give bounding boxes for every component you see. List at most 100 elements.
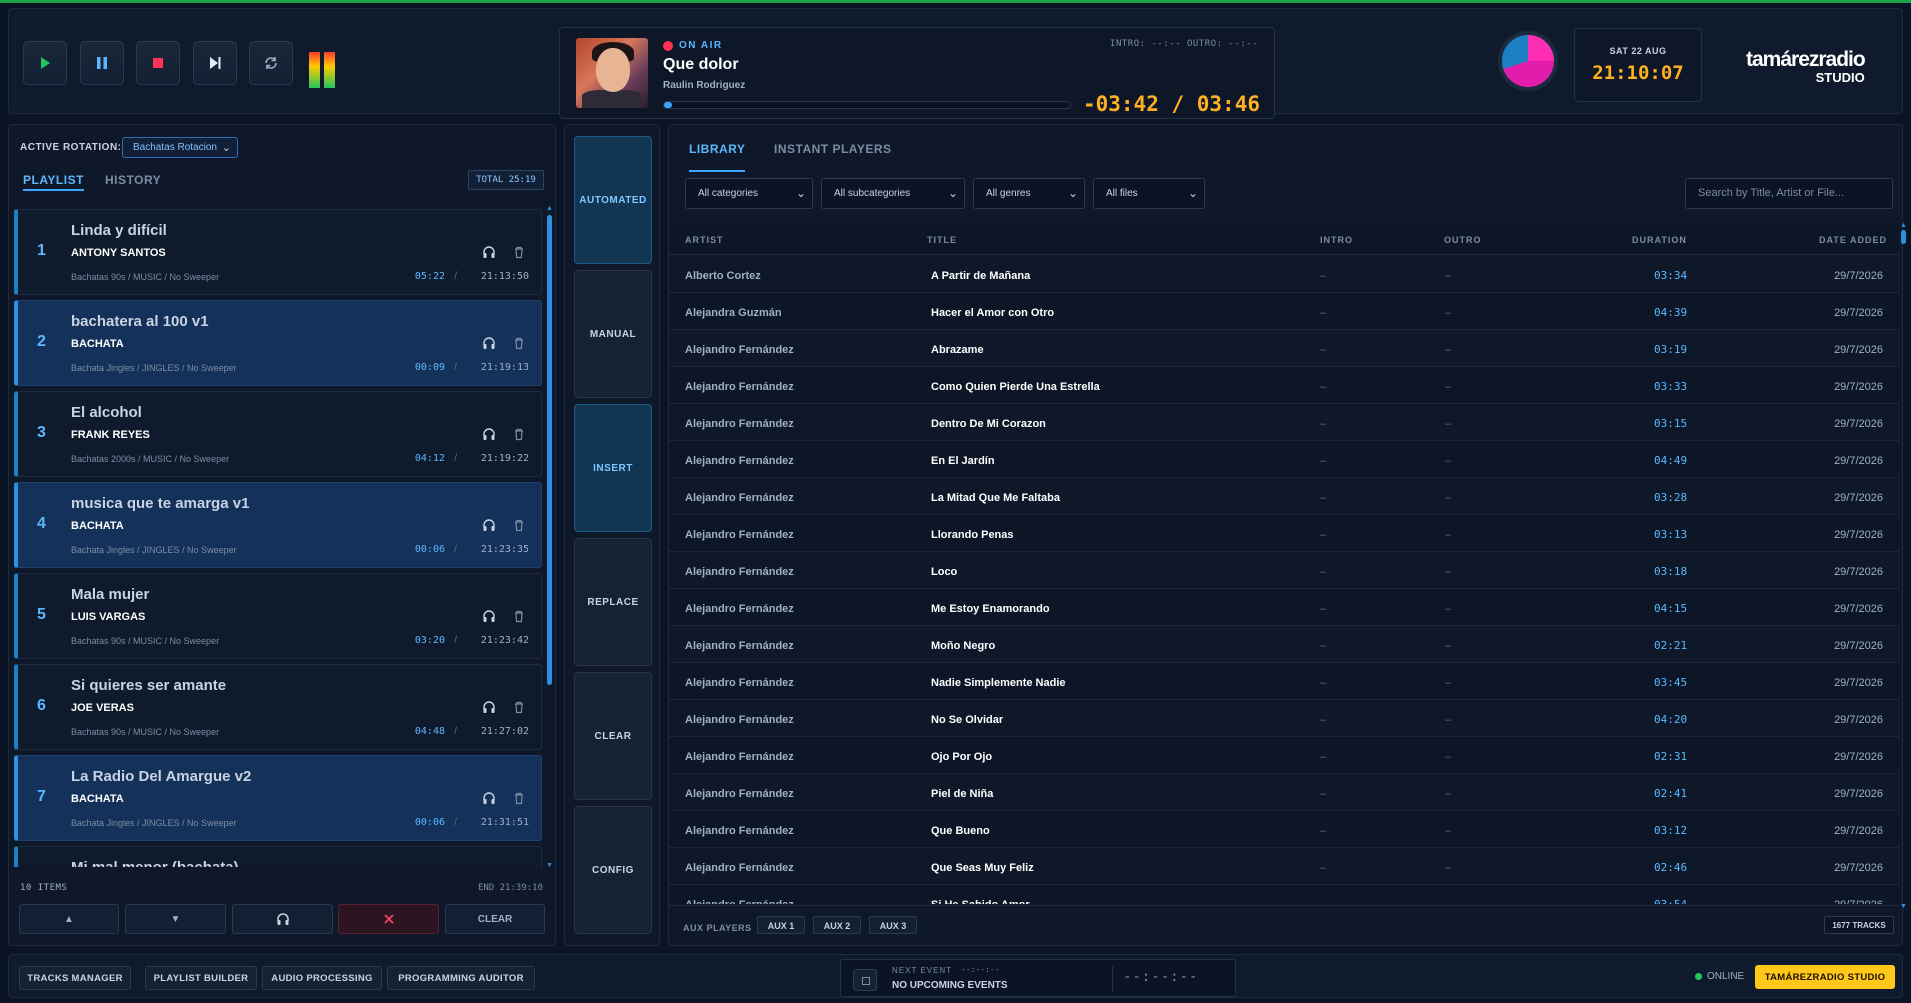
move-down-button[interactable]: ▼: [125, 904, 226, 934]
scroll-thumb[interactable]: [1901, 230, 1906, 244]
playlist-item[interactable]: 8Mi mal menor (bachata): [14, 846, 542, 867]
play-button[interactable]: [23, 41, 67, 85]
table-row[interactable]: Alejandro Fernández La Mitad Que Me Falta…: [669, 478, 1899, 515]
tab-history[interactable]: HISTORY: [105, 173, 161, 187]
skip-next-button[interactable]: [193, 41, 237, 85]
mode-insert-button[interactable]: INSERT: [574, 404, 652, 532]
subcategory-filter[interactable]: All subcategories ⌄: [821, 178, 965, 209]
station-logo: tamárezradio STUDIO: [1746, 48, 1866, 85]
table-row[interactable]: Alberto Cortez A Partir de Mañana – – 03:34 2…: [669, 256, 1899, 293]
trash-icon[interactable]: [512, 791, 526, 805]
cell-dur: 03:15: [1654, 417, 1688, 430]
table-row[interactable]: Alejandro Fernández Ojo Por Ojo – – 02:31 29/…: [669, 737, 1899, 774]
playlist-scrollbar[interactable]: ▲ ▼: [546, 205, 553, 869]
table-row[interactable]: Alejandro Fernández Como Quien Pierde Una…: [669, 367, 1899, 404]
scroll-thumb[interactable]: [547, 215, 552, 685]
table-row[interactable]: Alejandro Fernández Moño Negro – – 02:21 29/7…: [669, 626, 1899, 663]
playlist-item[interactable]: 4 musica que te amarga v1 BACHATA Bachata J…: [14, 482, 542, 568]
table-row[interactable]: Alejandro Fernández Loco – – 03:18 29/7/2026: [669, 552, 1899, 589]
playlist-item[interactable]: 5 Mala mujer LUIS VARGAS Bachatas 90s / MUS…: [14, 573, 542, 659]
headphones-icon[interactable]: [482, 518, 496, 532]
table-row[interactable]: Alejandro Fernández Abrazame – – 03:19 29/7/2…: [669, 330, 1899, 367]
headphones-icon[interactable]: [482, 427, 496, 441]
clear-playlist-button[interactable]: CLEAR: [445, 904, 545, 934]
playlist-item[interactable]: 1 Linda y difícil ANTONY SANTOS Bachatas 90…: [14, 209, 542, 295]
table-row[interactable]: Alejandro Fernández No Se Olvidar – – 04:20 2…: [669, 700, 1899, 737]
column-duration[interactable]: DURATION: [1632, 235, 1687, 245]
item-title: El alcohol: [71, 404, 142, 421]
item-title: musica que te amarga v1: [71, 495, 250, 512]
column-intro[interactable]: INTRO: [1320, 235, 1353, 245]
item-end-time: 21:19:13: [480, 362, 529, 373]
mode-replace-button[interactable]: REPLACE: [574, 538, 652, 666]
loop-button[interactable]: [249, 41, 293, 85]
table-row[interactable]: Alejandro Fernández Piel de Niña – – 02:41 29…: [669, 774, 1899, 811]
tab-instant-players[interactable]: INSTANT PLAYERS: [774, 142, 892, 156]
table-row[interactable]: Alejandro Fernández Que Seas Muy Feliz – – 0…: [669, 848, 1899, 885]
trash-icon[interactable]: [512, 245, 526, 259]
playlist-item[interactable]: 7 La Radio Del Amargue v2 BACHATA Bachata J…: [14, 755, 542, 841]
on-air-dot-icon: [663, 40, 673, 51]
table-row[interactable]: Alejandro Fernández Si He Sabido Amor – – 03…: [669, 885, 1899, 904]
genre-filter[interactable]: All genres ⌄: [973, 178, 1085, 209]
column-date-added[interactable]: DATE ADDED: [1819, 235, 1887, 245]
remove-button[interactable]: [338, 904, 439, 934]
table-row[interactable]: Alejandro Fernández Llorando Penas – – 03:13…: [669, 515, 1899, 552]
column-artist[interactable]: ARTIST: [685, 235, 724, 245]
table-row[interactable]: Alejandro Fernández Me Estoy Enamorando – –…: [669, 589, 1899, 626]
file-filter[interactable]: All files ⌄: [1093, 178, 1205, 209]
pause-button[interactable]: [80, 41, 124, 85]
trash-icon[interactable]: [512, 609, 526, 623]
mode-clear-button[interactable]: CLEAR: [574, 672, 652, 800]
table-row[interactable]: Alejandro Fernández En El Jardín – – 04:49 29…: [669, 441, 1899, 478]
item-number: 6: [37, 697, 46, 714]
cell-outro: –: [1445, 418, 1452, 430]
trash-icon[interactable]: [512, 427, 526, 441]
tab-playlist[interactable]: PLAYLIST: [23, 173, 84, 191]
table-row[interactable]: Alejandro Fernández Nadie Simplemente Nad…: [669, 663, 1899, 700]
library-search-input[interactable]: Search by Title, Artist or File...: [1685, 178, 1893, 209]
playlist-item[interactable]: 2 bachatera al 100 v1 BACHATA Bachata Jingl…: [14, 300, 542, 386]
table-row[interactable]: Alejandro Fernández Que Bueno – – 03:12 29/7/…: [669, 811, 1899, 848]
table-row[interactable]: Alejandro Fernández Dentro De Mi Corazon –…: [669, 404, 1899, 441]
column-title[interactable]: TITLE: [927, 235, 957, 245]
audio-processing-button[interactable]: AUDIO PROCESSING: [262, 966, 382, 990]
aux-3-button[interactable]: AUX 3: [869, 916, 917, 934]
studio-button[interactable]: TAMÁREZRADIO STUDIO: [1755, 965, 1895, 989]
cell-date: 29/7/2026: [1834, 714, 1883, 726]
playback-progress-bar[interactable]: [663, 101, 1071, 109]
tracks-manager-button[interactable]: TRACKS MANAGER: [19, 966, 131, 990]
playlist-item[interactable]: 6 Si quieres ser amante JOE VERAS Bachatas …: [14, 664, 542, 750]
aux-1-button[interactable]: AUX 1: [757, 916, 805, 934]
move-up-button[interactable]: ▲: [19, 904, 119, 934]
trash-icon[interactable]: [512, 336, 526, 350]
mode-manual-button[interactable]: MANUAL: [574, 270, 652, 398]
programming-auditor-button[interactable]: PROGRAMMING AUDITOR: [387, 966, 535, 990]
aux-2-button[interactable]: AUX 2: [813, 916, 861, 934]
table-row[interactable]: Alejandra Guzmán Hacer el Amor con Otro – –…: [669, 293, 1899, 330]
cell-outro: –: [1445, 714, 1452, 726]
preview-button[interactable]: [232, 904, 333, 934]
headphones-icon[interactable]: [482, 700, 496, 714]
playlist-builder-button[interactable]: PLAYLIST BUILDER: [145, 966, 257, 990]
divider: /: [454, 635, 457, 646]
stop-button[interactable]: [136, 41, 180, 85]
cell-date: 29/7/2026: [1834, 270, 1883, 282]
rotation-select[interactable]: Bachatas Rotacion ⌄: [122, 137, 238, 158]
trash-icon[interactable]: [512, 518, 526, 532]
library-scrollbar[interactable]: ▲ ▼: [1900, 222, 1907, 910]
playlist-item[interactable]: 3 El alcohol FRANK REYES Bachatas 2000s / M…: [14, 391, 542, 477]
column-outro[interactable]: OUTRO: [1444, 235, 1482, 245]
trash-icon[interactable]: [512, 700, 526, 714]
mode-config-button[interactable]: CONFIG: [574, 806, 652, 934]
headphones-icon[interactable]: [482, 791, 496, 805]
tab-library[interactable]: LIBRARY: [689, 142, 746, 172]
headphones-icon[interactable]: [482, 336, 496, 350]
category-filter[interactable]: All categories ⌄: [685, 178, 813, 209]
mode-automated-button[interactable]: AUTOMATED: [574, 136, 652, 264]
cell-intro: –: [1320, 788, 1327, 800]
connection-status: ONLINE: [1695, 971, 1744, 982]
headphones-icon[interactable]: [482, 609, 496, 623]
headphones-icon[interactable]: [482, 245, 496, 259]
progress-fill: [664, 102, 673, 108]
